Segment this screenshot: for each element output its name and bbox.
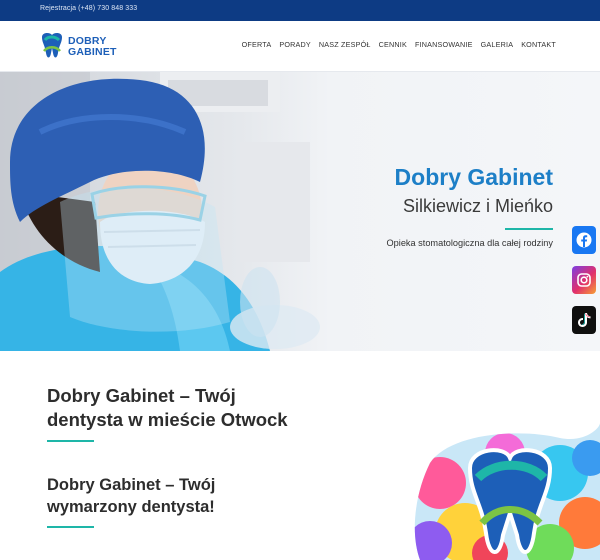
intro-heading: Dobry Gabinet – Twój dentysta w mieście … bbox=[47, 385, 288, 430]
hero-divider bbox=[505, 228, 553, 230]
instagram-button[interactable] bbox=[572, 266, 596, 294]
nav-item-galeria[interactable]: GALERIA bbox=[481, 40, 514, 49]
top-bar: Rejestracja (+48) 730 848 333 bbox=[0, 0, 600, 21]
intro-subheading: Dobry Gabinet – Twój wymarzony dentysta! bbox=[47, 476, 216, 516]
site-header: DOBRY GABINET OFERTA PORADY NASZ ZESPÓŁ … bbox=[0, 21, 600, 72]
logo-text-line2: GABINET bbox=[68, 46, 117, 58]
nav-item-nasz-zespol[interactable]: NASZ ZESPÓŁ bbox=[319, 40, 371, 49]
hero-subtitle: Silkiewicz i Mieńko bbox=[402, 196, 553, 216]
nav-item-cennik[interactable]: CENNIK bbox=[379, 40, 407, 49]
tooth-balloons-illustration bbox=[414, 423, 600, 560]
main-nav: OFERTA PORADY NASZ ZESPÓŁ CENNIK FINANSO… bbox=[242, 40, 556, 49]
facebook-icon bbox=[576, 232, 592, 248]
facebook-button[interactable] bbox=[572, 226, 596, 254]
phone-link[interactable]: Rejestracja (+48) 730 848 333 bbox=[40, 5, 137, 12]
intro-section: Dobry Gabinet – Twój dentysta w mieście … bbox=[0, 351, 600, 560]
instagram-icon bbox=[577, 273, 591, 287]
tiktok-button[interactable] bbox=[572, 306, 596, 334]
nav-item-kontakt[interactable]: KONTAKT bbox=[521, 40, 556, 49]
tiktok-icon bbox=[578, 313, 591, 327]
nav-item-oferta[interactable]: OFERTA bbox=[242, 40, 272, 49]
logo[interactable]: DOBRY GABINET bbox=[38, 31, 118, 61]
intro-subdivider bbox=[47, 526, 94, 528]
nav-item-porady[interactable]: PORADY bbox=[279, 40, 311, 49]
nav-item-finansowanie[interactable]: FINANSOWANIE bbox=[415, 40, 473, 49]
intro-divider bbox=[47, 440, 94, 442]
hero-tagline: Opieka stomatologiczna dla całej rodziny bbox=[386, 238, 553, 248]
hero-title: Dobry Gabinet bbox=[394, 164, 553, 190]
tooth-logo-icon bbox=[42, 32, 62, 58]
hero-banner: Dobry Gabinet Silkiewicz i Mieńko Opieka… bbox=[0, 72, 600, 351]
